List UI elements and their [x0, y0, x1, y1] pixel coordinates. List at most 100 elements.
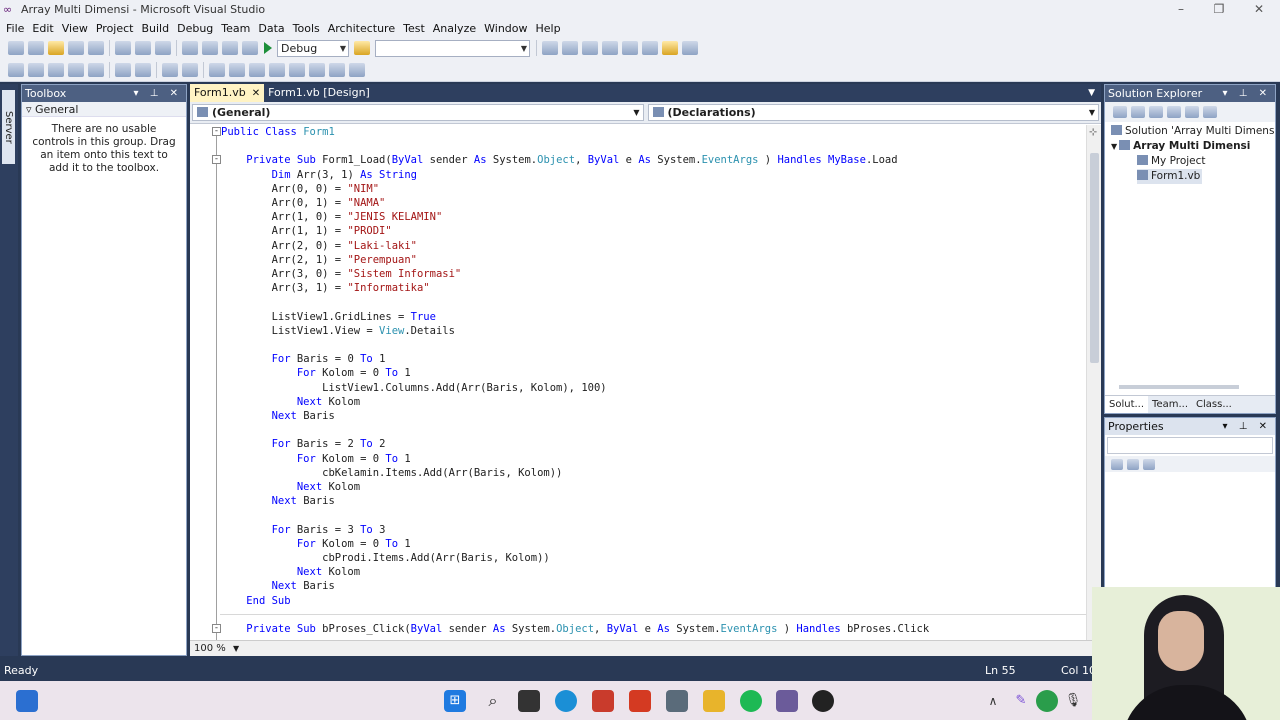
code-line[interactable]: Arr(0, 0) = "NIM": [221, 182, 379, 196]
code-line[interactable]: For Baris = 0 To 1: [221, 352, 386, 366]
tree-project-node[interactable]: ▼ Array Multi Dimensi: [1105, 139, 1275, 154]
extension-manager-icon[interactable]: [662, 41, 678, 55]
scrollbar-thumb[interactable]: [1090, 153, 1099, 363]
code-line[interactable]: For Baris = 2 To 2: [221, 437, 386, 451]
tab-list-dropdown-icon[interactable]: ▼: [1088, 84, 1101, 102]
menu-data[interactable]: Data: [254, 22, 288, 35]
alphabetical-icon[interactable]: [1127, 458, 1139, 470]
open-folder-icon[interactable]: [48, 41, 64, 55]
camera-icon[interactable]: [666, 690, 688, 712]
network-icon[interactable]: [1036, 690, 1058, 712]
maximize-button[interactable]: ❐: [1200, 0, 1238, 19]
code-line[interactable]: ListView1.GridLines = True: [221, 310, 436, 324]
tree-form1-node[interactable]: Form1.vb: [1105, 169, 1275, 184]
chevron-down-icon[interactable]: ▼: [1111, 142, 1117, 151]
code-line[interactable]: Next Kolom: [221, 395, 360, 409]
code-line[interactable]: Arr(2, 0) = "Laki-laki": [221, 239, 417, 253]
collapse-toggle-icon[interactable]: -: [212, 127, 221, 136]
code-line[interactable]: Private Sub bProses_Click(ByVal sender A…: [221, 622, 929, 636]
display-object-member-list-icon[interactable]: [8, 62, 24, 77]
minimize-button[interactable]: –: [1162, 0, 1200, 19]
panel-controls-icon[interactable]: ▾ ⊥ ✕: [134, 85, 182, 102]
menu-architecture[interactable]: Architecture: [324, 22, 399, 35]
panel-controls-icon[interactable]: ▾ ⊥ ✕: [1223, 418, 1271, 435]
refresh-icon[interactable]: [1149, 106, 1163, 118]
previous-bookmark-in-document-icon[interactable]: [309, 62, 325, 77]
toolbox-icon[interactable]: [602, 41, 618, 55]
output-window-icon[interactable]: [642, 41, 658, 55]
view-code-icon[interactable]: [1167, 106, 1181, 118]
menu-project[interactable]: Project: [92, 22, 138, 35]
code-line[interactable]: Next Kolom: [221, 480, 360, 494]
redo-icon[interactable]: [202, 41, 218, 55]
cut-icon[interactable]: [115, 41, 131, 55]
code-line[interactable]: Next Baris: [221, 494, 335, 508]
collapse-toggle-icon[interactable]: -: [212, 624, 221, 633]
code-line[interactable]: Arr(0, 1) = "NAMA": [221, 196, 386, 210]
code-line[interactable]: For Kolom = 0 To 1: [221, 452, 411, 466]
undo-icon[interactable]: [182, 41, 198, 55]
code-line[interactable]: Dim Arr(3, 1) As String: [221, 168, 417, 182]
clear-bookmarks-icon[interactable]: [349, 62, 365, 77]
method-name-select[interactable]: (Declarations) ▼: [647, 104, 1099, 121]
comment-lines-icon[interactable]: [162, 62, 178, 77]
tree-solution-node[interactable]: Solution 'Array Multi Dimensi' (1 p: [1105, 124, 1275, 139]
code-line[interactable]: Arr(3, 0) = "Sistem Informasi": [221, 267, 462, 281]
previous-bookmark-icon[interactable]: [229, 62, 245, 77]
code-line[interactable]: Private Sub Form1_Load(ByVal sender As S…: [221, 153, 897, 167]
code-line[interactable]: Arr(1, 0) = "JENIS KELAMIN": [221, 210, 443, 224]
close-tab-icon[interactable]: ✕: [252, 88, 260, 99]
view-designer-icon[interactable]: [1185, 106, 1199, 118]
show-all-files-icon[interactable]: [1131, 106, 1145, 118]
object-select[interactable]: [1107, 437, 1273, 454]
save-all-icon[interactable]: [88, 41, 104, 55]
toggle-completion-mode-icon[interactable]: [88, 62, 104, 77]
edge-browser-icon[interactable]: [555, 690, 577, 712]
menu-file[interactable]: File: [2, 22, 28, 35]
find-combo[interactable]: ▼: [375, 39, 530, 57]
previous-bookmark-in-folder-icon[interactable]: [269, 62, 285, 77]
start-debugging-icon[interactable]: [262, 42, 272, 54]
add-item-icon[interactable]: [28, 41, 44, 55]
tree-my-project-node[interactable]: My Project: [1105, 154, 1275, 169]
code-line[interactable]: Next Kolom: [221, 565, 360, 579]
file-explorer-icon[interactable]: [703, 690, 725, 712]
code-line[interactable]: ListView1.View = View.Details: [221, 324, 455, 338]
uncomment-lines-icon[interactable]: [182, 62, 198, 77]
object-browser-icon[interactable]: [582, 41, 598, 55]
navigate-back-icon[interactable]: [222, 41, 238, 55]
copy-icon[interactable]: [135, 41, 151, 55]
next-bookmark-icon[interactable]: [249, 62, 265, 77]
code-line[interactable]: For Baris = 3 To 3: [221, 523, 386, 537]
property-pages-icon[interactable]: [1143, 458, 1155, 470]
increase-indent-icon[interactable]: [135, 62, 151, 77]
code-line[interactable]: cbProdi.Items.Add(Arr(Baris, Kolom)): [221, 551, 550, 565]
solution-explorer-icon[interactable]: [542, 41, 558, 55]
code-line[interactable]: ListView1.Columns.Add(Arr(Baris, Kolom),…: [221, 381, 606, 395]
view-class-diagram-icon[interactable]: [1203, 106, 1217, 118]
widgets-icon[interactable]: [16, 690, 38, 712]
split-window-icon[interactable]: ⊹: [1089, 127, 1097, 138]
panel-controls-icon[interactable]: ▾ ⊥ ✕: [1223, 85, 1271, 102]
paste-icon[interactable]: [155, 41, 171, 55]
search-icon[interactable]: ⌕: [482, 690, 504, 712]
pen-icon[interactable]: ✎: [1010, 690, 1032, 712]
vertical-scrollbar[interactable]: ⊹: [1086, 125, 1101, 640]
new-project-icon[interactable]: [8, 41, 24, 55]
collapse-toggle-icon[interactable]: -: [212, 155, 221, 165]
menu-test[interactable]: Test: [399, 22, 429, 35]
code-line[interactable]: For Kolom = 0 To 1: [221, 537, 411, 551]
tab-solution-explorer[interactable]: Solut...: [1105, 396, 1149, 413]
office-app-icon[interactable]: [592, 690, 614, 712]
task-view-icon[interactable]: [518, 690, 540, 712]
code-text-area[interactable]: Public Class Form1 Private Sub Form1_Loa…: [190, 125, 1086, 640]
tab-class-view[interactable]: Class...: [1192, 396, 1236, 413]
menu-build[interactable]: Build: [137, 22, 173, 35]
menu-view[interactable]: View: [58, 22, 92, 35]
navigate-forward-icon[interactable]: [242, 41, 258, 55]
menu-tools[interactable]: Tools: [289, 22, 324, 35]
server-explorer-tab[interactable]: Server Explorer: [0, 90, 15, 164]
menu-edit[interactable]: Edit: [28, 22, 57, 35]
close-button[interactable]: ✕: [1240, 0, 1278, 19]
visual-studio-taskbar-icon[interactable]: [776, 690, 798, 712]
